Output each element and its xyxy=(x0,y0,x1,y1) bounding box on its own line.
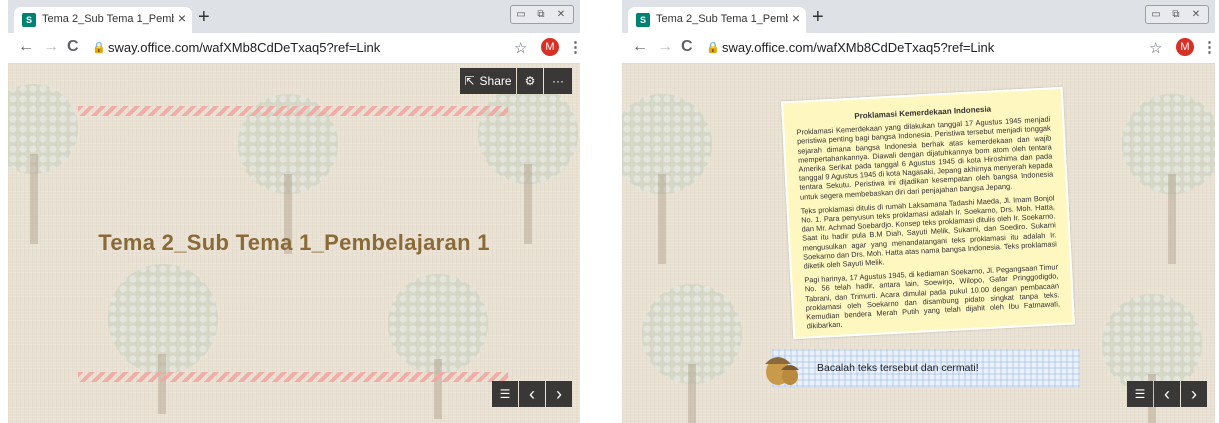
sway-nav-controls: ☰ ‹ › xyxy=(491,381,572,407)
browser-toolbar: ← → C 🔒 sway.office.com/wafXMb8CdDeTxaq5… xyxy=(8,33,580,64)
navigation-button[interactable]: ☰ xyxy=(492,381,518,407)
next-button[interactable]: › xyxy=(1181,381,1207,407)
new-tab-button[interactable]: + xyxy=(198,7,210,27)
minimize-icon[interactable]: ▭ xyxy=(511,6,531,23)
browser-tab[interactable]: S Tema 2_Sub Tema 1_Pembelajara × xyxy=(14,7,192,33)
more-options-button[interactable]: ··· xyxy=(544,68,572,94)
profile-avatar[interactable]: M xyxy=(1176,38,1194,56)
sticky-note-card: Proklamasi Kemerdekaan Indonesia Proklam… xyxy=(780,86,1076,340)
maximize-icon[interactable]: ⧉ xyxy=(1166,6,1186,23)
forward-icon[interactable]: → xyxy=(657,39,673,55)
instruction-text: Bacalah teks tersebut dan cermati! xyxy=(817,362,979,374)
acorn-icon xyxy=(765,357,799,385)
tab-title: Tema 2_Sub Tema 1_Pembelajara xyxy=(656,13,788,25)
reload-icon[interactable]: C xyxy=(681,39,693,55)
note-paragraph: Pagi harinya, 17 Agustus 1945, di kediam… xyxy=(804,262,1061,331)
list-icon: ☰ xyxy=(1134,387,1146,401)
settings-button[interactable]: ⚙ xyxy=(517,68,543,94)
next-button[interactable]: › xyxy=(546,381,572,407)
chevron-left-icon: ‹ xyxy=(529,383,535,404)
profile-avatar[interactable]: M xyxy=(541,38,559,56)
chevron-left-icon: ‹ xyxy=(1164,383,1170,404)
sway-favicon-icon: S xyxy=(636,13,650,27)
chevron-right-icon: › xyxy=(556,383,562,404)
window-controls: ▭ ⧉ ✕ xyxy=(1145,5,1209,24)
forward-icon[interactable]: → xyxy=(43,39,59,55)
list-icon: ☰ xyxy=(499,387,511,401)
menu-icon[interactable]: ⋮ xyxy=(568,38,580,56)
minimize-icon[interactable]: ▭ xyxy=(1146,6,1166,23)
maximize-icon[interactable]: ⧉ xyxy=(531,6,551,23)
instruction-banner: Bacalah teks tersebut dan cermati! xyxy=(772,349,1080,387)
share-label: Share xyxy=(479,74,512,88)
ellipsis-icon: ··· xyxy=(552,74,564,88)
sway-viewport: Proklamasi Kemerdekaan Indonesia Proklam… xyxy=(622,64,1215,423)
bookmark-star-icon[interactable]: ☆ xyxy=(514,39,527,57)
lock-icon[interactable]: 🔒 xyxy=(706,41,720,54)
sway-nav-controls: ☰ ‹ › xyxy=(1126,381,1207,407)
lock-icon[interactable]: 🔒 xyxy=(92,41,106,54)
address-bar[interactable]: sway.office.com/wafXMb8CdDeTxaq5?ref=Lin… xyxy=(108,40,380,55)
tab-strip: S Tema 2_Sub Tema 1_Pembelajara × + ▭⧉✕ xyxy=(622,0,1215,33)
sway-favicon-icon: S xyxy=(22,13,36,27)
browser-toolbar: ← → C 🔒 sway.office.com/wafXMb8CdDeTxaq5… xyxy=(622,33,1215,64)
zigzag-border-top xyxy=(78,106,508,116)
sway-viewport: Tema 2_Sub Tema 1_Pembelajaran 1 ⇱ Share … xyxy=(8,64,580,423)
browser-tab[interactable]: S Tema 2_Sub Tema 1_Pembelajara × xyxy=(628,7,806,33)
slide-title: Tema 2_Sub Tema 1_Pembelajaran 1 xyxy=(98,230,490,255)
chevron-right-icon: › xyxy=(1191,383,1197,404)
previous-button[interactable]: ‹ xyxy=(519,381,545,407)
zigzag-border-bottom xyxy=(78,372,508,382)
back-icon[interactable]: ← xyxy=(632,39,648,55)
navigation-button[interactable]: ☰ xyxy=(1127,381,1153,407)
back-icon[interactable]: ← xyxy=(18,39,34,55)
window-controls: ▭ ⧉ ✕ xyxy=(510,5,574,24)
share-button[interactable]: ⇱ Share xyxy=(460,68,516,94)
gear-icon: ⚙ xyxy=(524,74,536,88)
previous-button[interactable]: ‹ xyxy=(1154,381,1180,407)
bookmark-star-icon[interactable]: ☆ xyxy=(1149,39,1162,57)
tab-strip: S Tema 2_Sub Tema 1_Pembelajara × + ▭⧉✕ xyxy=(8,0,580,33)
new-tab-button[interactable]: + xyxy=(812,7,824,27)
sway-top-toolbar: ⇱ Share ⚙ ··· xyxy=(459,68,572,94)
browser-window-right: S Tema 2_Sub Tema 1_Pembelajara × + ▭⧉✕ … xyxy=(622,0,1215,423)
address-bar[interactable]: sway.office.com/wafXMb8CdDeTxaq5?ref=Lin… xyxy=(722,40,994,55)
reload-icon[interactable]: C xyxy=(67,39,79,55)
close-window-icon[interactable]: ✕ xyxy=(1186,6,1206,23)
tab-title: Tema 2_Sub Tema 1_Pembelajara xyxy=(42,13,174,25)
menu-icon[interactable]: ⋮ xyxy=(1202,38,1215,56)
share-icon: ⇱ xyxy=(464,74,475,88)
note-paragraph: Teks proklamasi ditulis di rumah Laksama… xyxy=(800,193,1058,271)
tab-close-icon[interactable]: × xyxy=(178,10,186,26)
browser-window-left: S Tema 2_Sub Tema 1_Pembelajara × + ▭⧉✕ … xyxy=(8,0,580,423)
note-paragraph: Proklamasi Kemerdekaan yang dilakukan ta… xyxy=(796,114,1054,202)
close-window-icon[interactable]: ✕ xyxy=(551,6,571,23)
tab-close-icon[interactable]: × xyxy=(792,10,800,26)
